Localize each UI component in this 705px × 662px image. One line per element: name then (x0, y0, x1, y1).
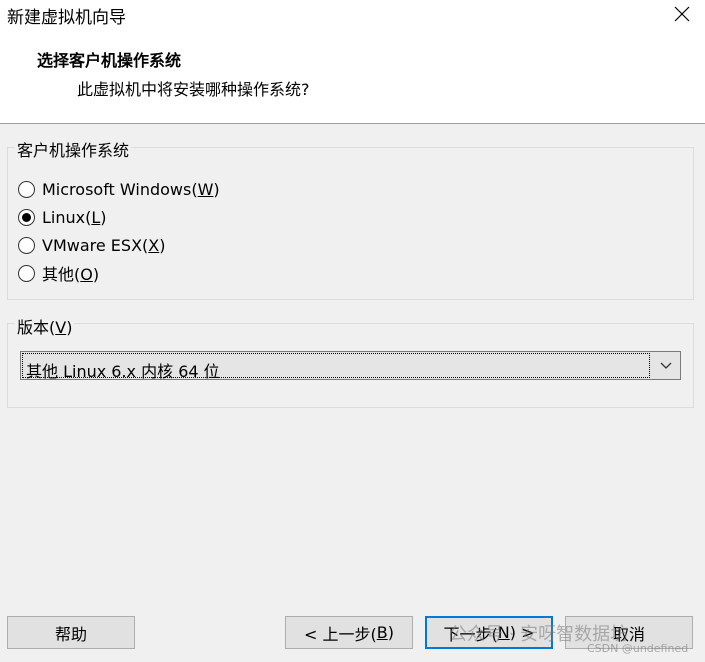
radio-windows[interactable]: Microsoft Windows(W) (18, 177, 220, 201)
radio-label: 其他(O) (42, 265, 100, 284)
radio-vmware-esx[interactable]: VMware ESX(X) (18, 233, 165, 257)
select-focus-rect: 其他 Linux 6.x 内核 64 位 (22, 353, 650, 381)
back-button[interactable]: < 上一步(B) (285, 616, 413, 649)
next-button[interactable]: 下一步(N) > (425, 616, 553, 649)
cancel-button[interactable]: 取消 (565, 616, 693, 649)
radio-label: Microsoft Windows(W) (42, 179, 220, 199)
radio-button-checked[interactable] (18, 208, 35, 226)
close-button[interactable] (659, 0, 705, 28)
version-legend: 版本(V) (15, 314, 75, 338)
window-title: 新建虚拟机向导 (7, 8, 126, 28)
page-title: 选择客户机操作系统 (37, 51, 182, 70)
radio-label: VMware ESX(X) (42, 235, 166, 255)
chevron-down-icon[interactable] (652, 352, 680, 379)
wizard-header: 选择客户机操作系统 此虚拟机中将安装哪种操作系统? (0, 30, 705, 124)
help-button[interactable]: 帮助 (7, 616, 135, 649)
radio-other[interactable]: 其他(O) (18, 261, 99, 285)
radio-button[interactable] (18, 264, 35, 282)
version-select[interactable]: 其他 Linux 6.x 内核 64 位 (20, 351, 681, 381)
radio-button[interactable] (18, 180, 35, 198)
radio-button[interactable] (18, 236, 35, 254)
page-subtitle: 此虚拟机中将安装哪种操作系统? (77, 80, 310, 99)
version-select-value: 其他 Linux 6.x 内核 64 位 (26, 362, 220, 381)
radio-linux[interactable]: Linux(L) (18, 205, 107, 229)
guest-os-legend: 客户机操作系统 (15, 137, 132, 161)
close-icon (674, 6, 690, 22)
radio-label: Linux(L) (42, 207, 107, 227)
guest-os-group (7, 147, 694, 300)
title-bar: 新建虚拟机向导 (0, 0, 705, 30)
